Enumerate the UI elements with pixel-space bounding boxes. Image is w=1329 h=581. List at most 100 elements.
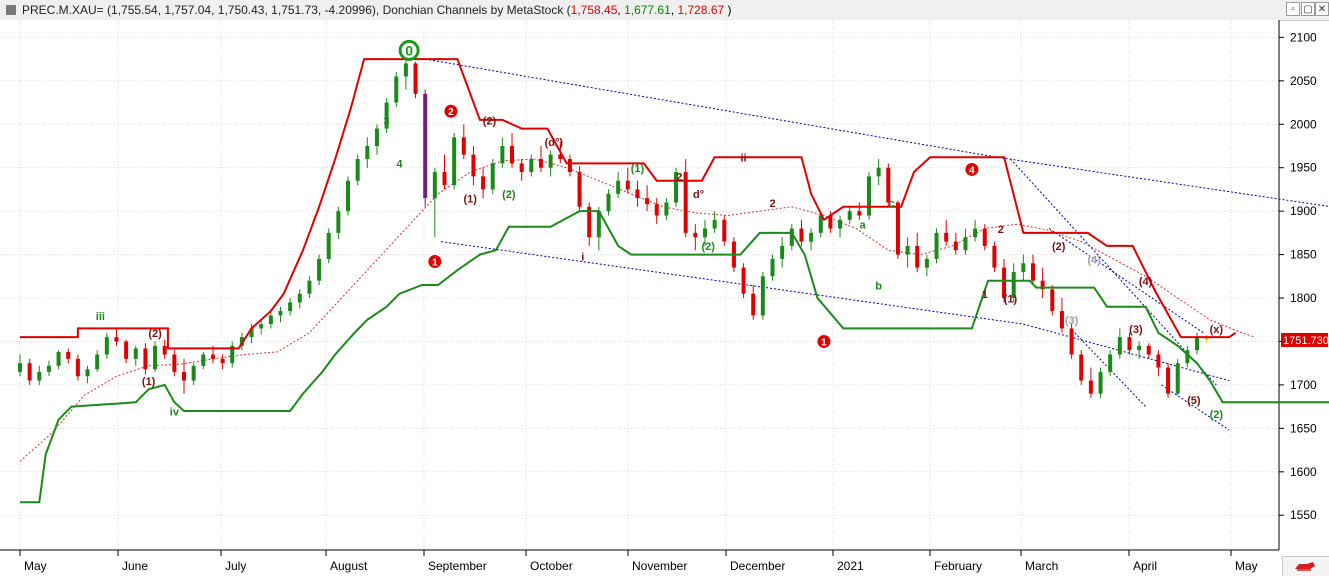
- candle-body: [751, 293, 756, 316]
- candle-body: [172, 354, 177, 372]
- candle-body: [1088, 380, 1093, 394]
- candle-body: [317, 258, 322, 281]
- candle-body: [355, 159, 360, 181]
- candle-body: [114, 337, 119, 342]
- candle-body: [153, 345, 158, 370]
- wave-label: 2: [676, 172, 682, 184]
- wave-label: (1): [1004, 293, 1018, 305]
- candle-body: [519, 163, 524, 173]
- wave-label: (2): [1052, 241, 1066, 253]
- candle-body: [645, 198, 650, 205]
- candle-body: [85, 369, 90, 377]
- title-mid: ), Donchian Channels by MetaStock (: [371, 3, 571, 17]
- candle-body: [288, 302, 293, 312]
- candle-body: [1059, 311, 1064, 329]
- wave-label: ii: [741, 153, 747, 165]
- candle-body: [432, 172, 437, 199]
- wave-label: (2): [148, 328, 162, 340]
- candle-body: [423, 93, 428, 199]
- wave-label: iii: [96, 311, 105, 323]
- y-tick-label: 1600: [1290, 465, 1317, 479]
- wave-label: 1: [821, 337, 827, 348]
- chart-title-bar: PREC.M.XAU= (1,755.54, 1,757.04, 1,750.4…: [0, 0, 1329, 21]
- candle-body: [394, 76, 399, 103]
- candle-body: [866, 176, 871, 216]
- x-tick-label: September: [428, 559, 487, 573]
- candle-body: [741, 267, 746, 294]
- candle-body: [297, 293, 302, 303]
- candle-body: [963, 237, 968, 251]
- candle-body: [1117, 337, 1122, 355]
- upper-band-value: 1,758.45: [570, 3, 618, 17]
- candle-body: [944, 232, 949, 242]
- candle-body: [1156, 354, 1161, 368]
- candle-body: [905, 245, 910, 255]
- wave-label: (2): [502, 189, 516, 201]
- candle-body: [857, 211, 862, 216]
- candle-body: [510, 145, 515, 164]
- y-tick-label: 1850: [1290, 248, 1317, 262]
- candle-body: [75, 358, 80, 377]
- candle-body: [403, 63, 408, 77]
- candle-body: [413, 63, 418, 94]
- wave-label: d°: [693, 189, 704, 201]
- candle-body: [625, 180, 630, 190]
- candle-body: [635, 189, 640, 199]
- x-tick-label: August: [330, 559, 368, 573]
- metastock-bull-icon[interactable]: [1282, 556, 1329, 576]
- candle-body: [809, 232, 814, 242]
- maximize-button[interactable]: ▢: [1301, 2, 1315, 16]
- title-end: ): [724, 3, 732, 17]
- wave-label: 0: [405, 42, 413, 58]
- wave-label: (x): [1210, 324, 1224, 336]
- candle-body: [210, 354, 215, 359]
- candle-body: [1098, 371, 1103, 394]
- wave-label: (2): [701, 241, 715, 253]
- chart-window: PREC.M.XAU= (1,755.54, 1,757.04, 1,750.4…: [0, 0, 1329, 576]
- wave-label: (2): [1210, 409, 1224, 421]
- candle-body: [326, 232, 331, 259]
- y-tick-label: 1900: [1290, 204, 1317, 218]
- candle-body: [162, 345, 167, 355]
- candle-body: [1021, 263, 1026, 272]
- candle-body: [712, 219, 717, 229]
- plot-area: [0, 20, 1279, 550]
- x-tick-label: June: [122, 559, 148, 573]
- candle-body: [66, 351, 71, 359]
- candle-body: [365, 145, 370, 160]
- wave-label: (5): [1187, 395, 1201, 407]
- candle-body: [500, 145, 505, 164]
- candle-body: [1166, 367, 1171, 394]
- price-chart[interactable]: 2100205020001950190018501800175017001650…: [0, 20, 1329, 576]
- wave-label: a: [859, 220, 866, 232]
- last-price-label: 1751.730: [1283, 335, 1329, 347]
- candle-body: [471, 154, 476, 177]
- x-tick-label: March: [1025, 559, 1058, 573]
- wave-label: i: [581, 252, 584, 264]
- candle-body: [847, 211, 852, 220]
- candle-body: [307, 280, 312, 294]
- candle-body: [56, 351, 61, 366]
- wave-label: 4: [969, 165, 975, 176]
- candle-body: [529, 159, 534, 173]
- candle-body: [481, 176, 486, 190]
- candle-body: [1031, 263, 1035, 281]
- candle-body: [346, 180, 351, 212]
- x-tick-label: May: [1235, 559, 1258, 573]
- chart-title: PREC.M.XAU= (1,755.54, 1,757.04, 1,750.4…: [22, 3, 732, 17]
- candle-body: [606, 193, 611, 212]
- candle-body: [876, 167, 881, 177]
- candle-body: [1127, 337, 1132, 351]
- x-tick-label: July: [225, 559, 246, 573]
- candle-body: [664, 202, 669, 216]
- candle-body: [1050, 289, 1055, 312]
- candle-body: [133, 348, 138, 359]
- candle-body: [722, 219, 727, 242]
- wave-label: (4): [1087, 254, 1101, 266]
- close-button[interactable]: ✕: [1315, 2, 1329, 16]
- y-tick-label: 1700: [1290, 378, 1317, 392]
- x-tick-label: November: [632, 559, 687, 573]
- candle-body: [548, 154, 553, 168]
- wave-label: c: [888, 198, 894, 210]
- restore-button[interactable]: ▫: [1286, 2, 1300, 16]
